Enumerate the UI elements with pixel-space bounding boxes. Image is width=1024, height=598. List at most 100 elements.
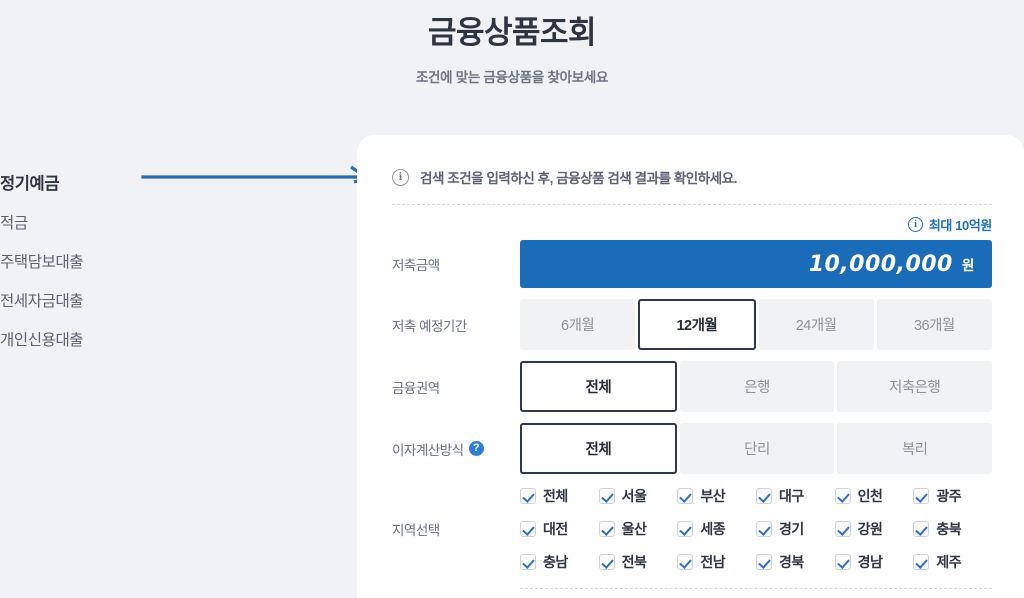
page-title: 금융상품조회	[427, 15, 597, 50]
checkmark-icon[interactable]	[520, 488, 536, 504]
region-checkbox-busan[interactable]: 부산	[677, 486, 756, 506]
region-label: 제주	[936, 554, 962, 570]
sidebar-item-installment-savings[interactable]: 적금	[0, 204, 330, 243]
row-savings-amount: 저축금액 10,000,000 원	[357, 240, 1024, 288]
row-financial-sector: 금융권역 전체 은행 저축은행	[357, 361, 1024, 412]
row-interest-method: 이자계산방식 ? 전체 단리 복리	[357, 423, 1024, 474]
region-label: 인천	[857, 488, 883, 504]
region-label: 광주	[936, 488, 962, 504]
checkmark-icon[interactable]	[520, 521, 536, 537]
region-checkbox-jeju[interactable]: 제주	[913, 552, 992, 572]
region-label: 경기	[778, 521, 804, 537]
region-checkbox-gangwon[interactable]: 강원	[834, 519, 914, 539]
sector-option-all[interactable]: 전체	[520, 361, 677, 412]
region-checkbox-gwangju[interactable]: 광주	[913, 486, 992, 506]
region-label: 대구	[778, 488, 804, 504]
info-banner: i 검색 조건을 입력하신 후, 금융상품 검색 결과를 확인하세요.	[357, 135, 1024, 187]
region-checkbox-daegu[interactable]: 대구	[755, 486, 835, 506]
field-savings-amount: 10,000,000 원	[520, 240, 992, 288]
region-label: 전북	[621, 554, 647, 570]
interest-option-compound[interactable]: 복리	[837, 423, 993, 474]
info-banner-text: 검색 조건을 입력하신 후, 금융상품 검색 결과를 확인하세요.	[420, 171, 737, 186]
checkmark-icon[interactable]	[677, 521, 694, 537]
region-label: 울산	[621, 521, 647, 537]
financial-sector-segmented-control: 전체 은행 저축은행	[520, 361, 993, 412]
amount-hint-row: i 최대 10억원	[357, 205, 1024, 234]
checkmark-icon[interactable]	[755, 521, 772, 537]
sector-option-bank[interactable]: 은행	[679, 361, 835, 412]
page-subtitle: 조건에 맞는 금융상품을 찾아보세요	[415, 69, 609, 85]
savings-amount-value: 10,000,000	[808, 251, 953, 277]
checkmark-icon[interactable]	[913, 554, 930, 570]
checkmark-icon[interactable]	[677, 554, 694, 570]
sidebar-item-mortgage-loan[interactable]: 주택담보대출	[0, 243, 330, 282]
info-circle-icon: i	[392, 168, 409, 186]
checkmark-icon[interactable]	[520, 554, 536, 570]
region-checkbox-gyeonggi[interactable]: 경기	[755, 519, 835, 539]
row-savings-period: 저축 예정기간 6개월 12개월 24개월 36개월	[357, 299, 1024, 350]
period-option-12m[interactable]: 12개월	[638, 299, 756, 350]
savings-amount-unit: 원	[961, 258, 974, 273]
region-label: 강원	[857, 521, 883, 537]
checkmark-icon[interactable]	[598, 554, 615, 570]
label-interest-method-text: 이자계산방식	[392, 442, 464, 458]
region-checkbox-jeonbuk[interactable]: 전북	[598, 552, 678, 572]
label-savings-period: 저축 예정기간	[392, 318, 467, 334]
checkmark-icon[interactable]	[834, 521, 851, 537]
checkmark-icon[interactable]	[598, 521, 615, 537]
period-option-24m[interactable]: 24개월	[758, 299, 874, 350]
max-amount-hint: i 최대 10억원	[907, 215, 993, 234]
region-checkbox-sejong[interactable]: 세종	[677, 519, 756, 539]
region-checkbox-gyeongbuk[interactable]: 경북	[755, 552, 835, 572]
field-financial-sector: 전체 은행 저축은행	[520, 361, 993, 412]
checkmark-icon[interactable]	[913, 488, 930, 504]
period-option-6m[interactable]: 6개월	[520, 299, 636, 350]
divider-bottom	[520, 588, 992, 589]
sidebar-item-time-deposit[interactable]: 정기예금	[0, 165, 330, 204]
region-checkbox-incheon[interactable]: 인천	[834, 486, 914, 506]
region-checkbox-ulsan[interactable]: 울산	[598, 519, 678, 539]
savings-amount-input[interactable]: 10,000,000 원	[520, 240, 992, 288]
label-savings-amount: 저축금액	[392, 258, 440, 273]
region-checkbox-daejeon[interactable]: 대전	[520, 519, 599, 539]
checkmark-icon[interactable]	[755, 554, 772, 570]
region-checkbox-jeonnam[interactable]: 전남	[677, 552, 756, 572]
checkmark-icon[interactable]	[677, 488, 694, 504]
checkmark-icon[interactable]	[755, 488, 772, 504]
region-label: 대전	[543, 521, 568, 537]
period-option-36m[interactable]: 36개월	[876, 299, 992, 350]
page-header: 금융상품조회 조건에 맞는 금융상품을 찾아보세요	[0, 12, 1024, 86]
interest-method-segmented-control: 전체 단리 복리	[520, 423, 993, 474]
region-label: 충남	[543, 554, 568, 570]
checkmark-icon[interactable]	[834, 488, 851, 504]
region-checkbox-all[interactable]: 전체	[520, 486, 599, 506]
checkmark-icon[interactable]	[598, 488, 615, 504]
region-label: 세종	[700, 521, 726, 537]
region-label: 경북	[778, 554, 804, 570]
sidebar-item-personal-credit-loan[interactable]: 개인신용대출	[0, 321, 330, 360]
region-label: 경남	[857, 554, 883, 570]
field-savings-period: 6개월 12개월 24개월 36개월	[520, 299, 992, 350]
checkmark-icon[interactable]	[834, 554, 851, 570]
region-label: 서울	[621, 488, 647, 504]
savings-period-segmented-control: 6개월 12개월 24개월 36개월	[520, 299, 992, 350]
label-financial-sector: 금융권역	[392, 380, 440, 396]
region-checkbox-seoul[interactable]: 서울	[598, 486, 678, 506]
sector-option-savings-bank[interactable]: 저축은행	[837, 361, 993, 412]
search-form-card: i 검색 조건을 입력하신 후, 금융상품 검색 결과를 확인하세요. i 최대…	[357, 135, 1024, 598]
region-checkbox-grid: 전체 서울 부산 대구 인천 광주 대전 울산 세종 경기 강원 충북 충남 전…	[520, 486, 992, 572]
interest-option-simple[interactable]: 단리	[679, 423, 835, 474]
label-interest-method: 이자계산방식 ?	[392, 439, 520, 459]
question-mark-icon[interactable]: ?	[468, 441, 484, 456]
region-checkbox-gyeongnam[interactable]: 경남	[834, 552, 914, 572]
interest-option-all[interactable]: 전체	[520, 423, 677, 474]
field-region-select: 전체 서울 부산 대구 인천 광주 대전 울산 세종 경기 강원 충북 충남 전…	[520, 486, 992, 572]
max-amount-hint-text: 최대 10억원	[928, 218, 993, 233]
region-checkbox-chungbuk[interactable]: 충북	[913, 519, 992, 539]
region-label: 전남	[700, 554, 726, 570]
checkmark-icon[interactable]	[913, 521, 930, 537]
region-checkbox-chungnam[interactable]: 충남	[520, 552, 599, 572]
sidebar-item-jeonse-loan[interactable]: 전세자금대출	[0, 282, 330, 321]
field-interest-method: 전체 단리 복리	[520, 423, 993, 474]
row-region-select: 지역선택 전체 서울 부산 대구 인천 광주 대전 울산 세종 경기 강원 충북…	[357, 486, 1024, 572]
